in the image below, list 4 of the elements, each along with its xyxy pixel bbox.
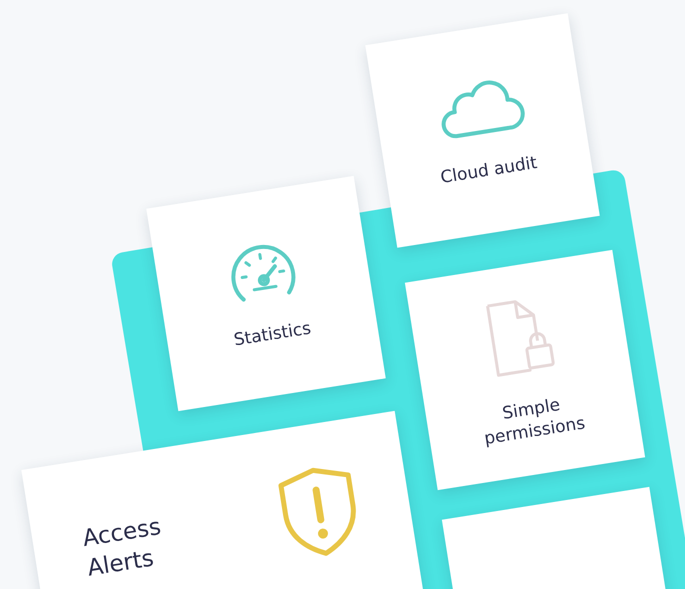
card-label: Access Alerts: [80, 513, 164, 584]
card-label: Simple permissions: [482, 394, 588, 452]
card-label: Cloud audit: [439, 152, 539, 190]
card-label: Statistics: [232, 318, 313, 352]
